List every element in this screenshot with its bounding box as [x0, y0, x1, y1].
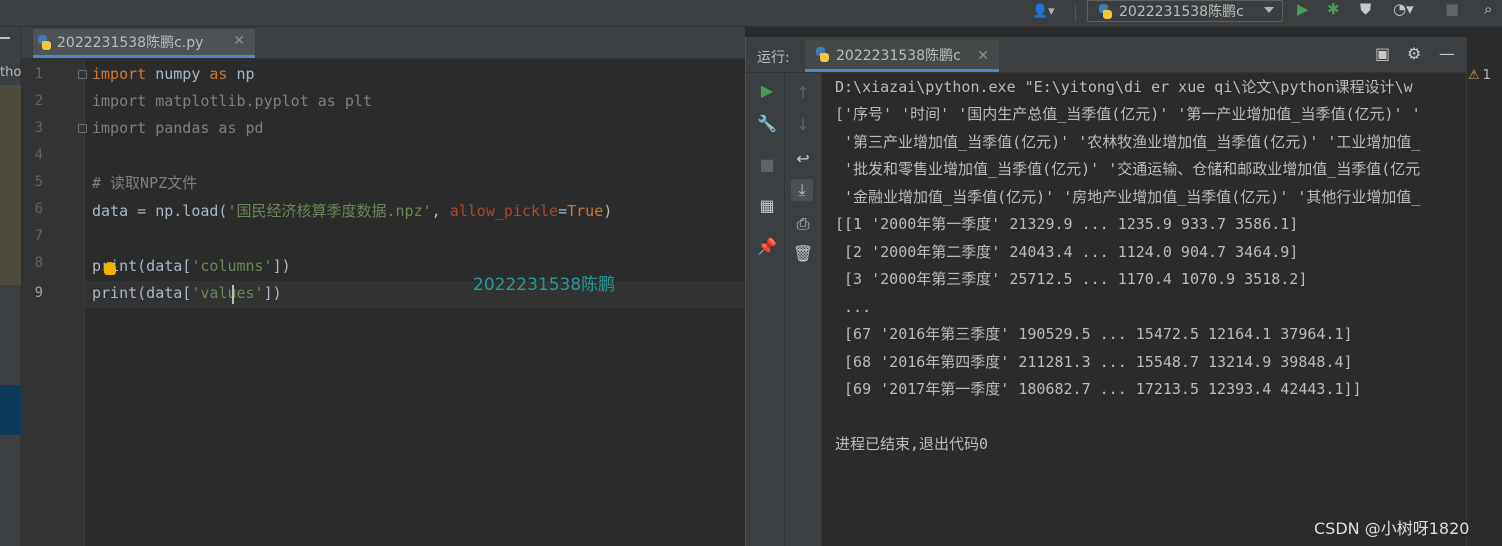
line-number: 8	[34, 255, 43, 271]
editor-tab-label: 2022231538陈鹏c.py	[57, 35, 204, 51]
fold-end-icon[interactable]	[78, 124, 87, 133]
wrench-icon[interactable]: 🔧	[756, 113, 778, 135]
main-toolbar: 👤▾ 2022231538陈鹏c ▶ ✱ ⛊ ◔▾ ■ ⌕	[0, 0, 1502, 27]
run-configuration-label: 2022231538陈鹏c	[1119, 4, 1244, 20]
warning-indicator[interactable]: ⚠ 1	[1468, 68, 1491, 83]
run-label: 运行:	[757, 50, 790, 66]
run-toolbar: ▶ 🔧 ■ ▦ 📌 ↑ ↓ ↩ ⤓ ⎙ 🗑	[746, 73, 822, 546]
editor-scrollbar[interactable]	[1466, 37, 1502, 546]
project-tree-selection[interactable]	[0, 385, 21, 435]
editor-tab-main[interactable]: 2022231538陈鹏c.py ✕	[33, 29, 255, 58]
console-line: [[1 '2000年第一季度' 21329.9 ... 1235.9 933.7…	[835, 215, 1299, 233]
code-line-1[interactable]: import numpy as np	[92, 61, 255, 88]
print-icon[interactable]: ⎙	[792, 213, 814, 235]
pin-icon[interactable]: 📌	[756, 236, 778, 258]
console-line: [67 '2016年第三季度' 190529.5 ... 15472.5 121…	[835, 325, 1353, 343]
fold-start-icon[interactable]	[78, 70, 87, 79]
console-line: ...	[835, 298, 872, 316]
project-tree-highlight	[0, 85, 21, 285]
close-icon[interactable]: ✕	[977, 48, 989, 64]
code-line-9[interactable]: print(data['values'])	[92, 280, 282, 307]
console-line: D:\xiazai\python.exe "E:\yitong\di er xu…	[835, 78, 1413, 96]
line-number: 5	[34, 174, 43, 190]
line-number: 7	[34, 228, 43, 244]
code-line-3[interactable]: import pandas as pd	[92, 115, 264, 142]
console-output[interactable]: D:\xiazai\python.exe "E:\yitong\di er xu…	[835, 74, 1465, 544]
stop-icon[interactable]: ■	[1445, 0, 1459, 18]
arrow-down-icon[interactable]: ↓	[792, 114, 814, 136]
run-toolbar-divider	[784, 73, 785, 546]
console-line: '批发和零售业增加值_当季值(亿元)' '交通运输、仓储和邮政业增加值_当季值(…	[835, 160, 1421, 178]
code-line-8[interactable]: print(data['columns'])	[92, 253, 291, 280]
csdn-watermark: CSDN @小树呀1820	[1314, 519, 1470, 538]
layout-icon[interactable]: ▣	[1375, 45, 1390, 63]
code-line-2[interactable]: import matplotlib.pyplot as plt	[92, 88, 372, 115]
toolbar-separator	[1075, 4, 1076, 22]
minimize-icon[interactable]: —	[1439, 45, 1455, 63]
line-number-current: 9	[34, 285, 43, 301]
coverage-icon[interactable]: ⛊	[1360, 0, 1371, 18]
debug-icon[interactable]: ✱	[1327, 0, 1340, 18]
editor-tab-bar: 2022231538陈鹏c.py ✕	[21, 27, 745, 59]
soft-wrap-icon[interactable]: ↩	[792, 148, 814, 170]
editor-gutter: 1 2 3 4 5 6 7 8 9	[21, 59, 87, 546]
project-tab-fragment[interactable]: tho	[0, 65, 21, 85]
python-icon	[815, 47, 830, 62]
run-configuration-dropdown[interactable]: 2022231538陈鹏c	[1087, 0, 1283, 22]
project-tool-strip: tho	[0, 27, 21, 546]
run-tab-label: 2022231538陈鹏c	[836, 47, 961, 64]
stop-icon[interactable]: ■	[756, 154, 778, 176]
line-number: 1	[34, 66, 43, 82]
console-line: ['序号' '时间' '国内生产总值_当季值(亿元)' '第一产业增加值_当季值…	[835, 105, 1421, 123]
warning-count: 1	[1482, 68, 1491, 83]
scroll-to-end-icon[interactable]: ⤓	[791, 179, 813, 201]
python-file-icon	[37, 34, 52, 50]
console-line: [2 '2000年第二季度' 24043.4 ... 1124.0 904.7 …	[835, 243, 1299, 261]
gear-icon[interactable]: ⚙	[1407, 45, 1421, 63]
code-line-6[interactable]: data = np.load('国民经济核算季度数据.npz', allow_p…	[92, 198, 612, 225]
author-watermark: 2022231538陈鹏	[473, 275, 616, 295]
minimize-icon[interactable]	[0, 37, 10, 39]
console-line: '第三产业增加值_当季值(亿元)' '农林牧渔业增加值_当季值(亿元)' '工业…	[835, 133, 1421, 151]
layout-icon[interactable]: ▦	[756, 195, 778, 217]
search-icon[interactable]: ⌕	[1484, 0, 1492, 18]
arrow-up-icon[interactable]: ↑	[792, 82, 814, 104]
console-line: [3 '2000年第三季度' 25712.5 ... 1170.4 1070.9…	[835, 270, 1308, 288]
text-caret	[232, 285, 234, 304]
code-line-5[interactable]: # 读取NPZ文件	[92, 170, 197, 197]
run-header: 运行: 2022231538陈鹏c ✕ ▣ ⚙ —	[746, 37, 1467, 73]
line-number: 4	[34, 147, 43, 163]
python-icon	[1098, 3, 1113, 19]
chevron-down-icon	[1264, 7, 1274, 13]
rerun-icon[interactable]: ▶	[756, 80, 778, 102]
trash-icon[interactable]: 🗑	[792, 243, 814, 265]
run-tab[interactable]: 2022231538陈鹏c ✕	[805, 40, 999, 72]
console-line-exit: 进程已结束,退出代码0	[835, 435, 989, 453]
console-line: '金融业增加值_当季值(亿元)' '房地产业增加值_当季值(亿元)' '其他行业…	[835, 188, 1421, 206]
console-line: [68 '2016年第四季度' 211281.3 ... 15548.7 132…	[835, 353, 1353, 371]
intention-bulb-icon[interactable]	[104, 262, 116, 275]
line-number: 2	[34, 93, 43, 109]
profile-icon[interactable]: ◔▾	[1393, 0, 1414, 18]
warning-icon: ⚠	[1468, 68, 1480, 83]
run-icon[interactable]: ▶	[1297, 0, 1309, 18]
line-number: 3	[34, 120, 43, 136]
user-icon[interactable]: 👤▾	[1032, 4, 1062, 22]
line-number: 6	[34, 201, 43, 217]
console-line: [69 '2017年第一季度' 180682.7 ... 17213.5 123…	[835, 380, 1362, 398]
close-icon[interactable]: ✕	[233, 33, 245, 49]
